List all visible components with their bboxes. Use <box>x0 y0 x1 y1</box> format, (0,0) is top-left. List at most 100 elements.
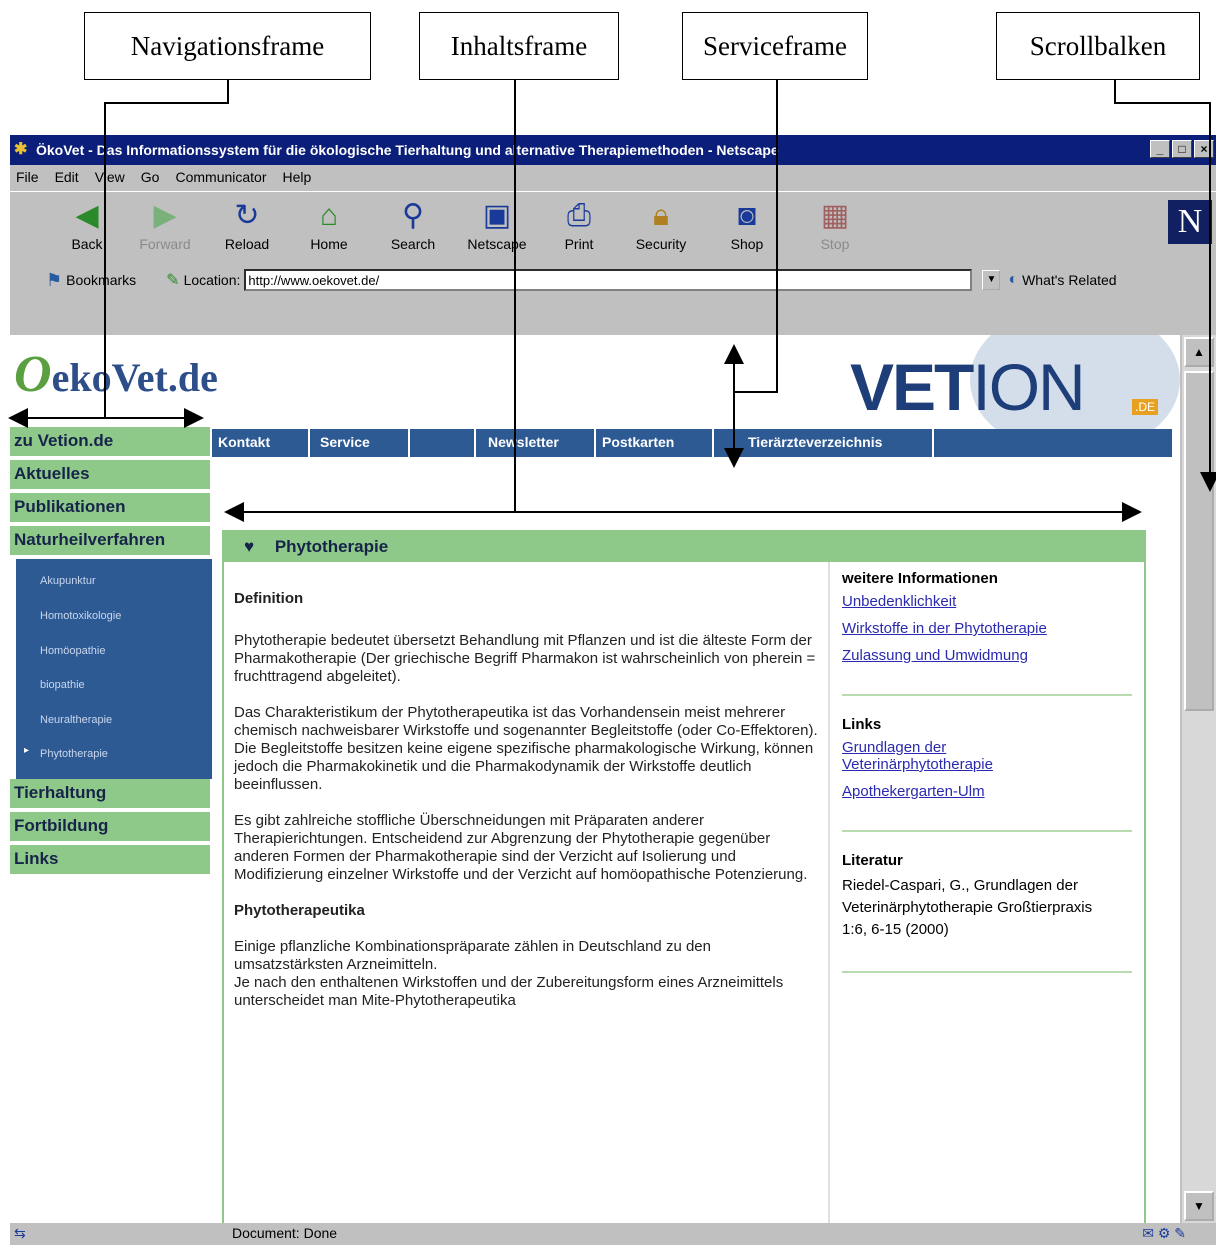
menu-bar: File Edit View Go Communicator Help <box>10 165 1216 189</box>
bookmarks-icon: ⚑ <box>46 269 63 290</box>
phytotherapeutika-heading: Phytotherapeutika <box>234 902 365 919</box>
location-input[interactable] <box>244 269 973 291</box>
shop-icon: ◙ <box>737 199 757 232</box>
sub-nav-homotoxikologie[interactable]: Homotoxikologie <box>40 610 121 622</box>
print-button[interactable]: ⎙ Print <box>544 196 614 252</box>
nav-item-publikationen[interactable]: Publikationen <box>10 493 210 524</box>
oekovet-logo: OekoVet.de <box>14 346 218 403</box>
literature-heading: Literatur <box>842 852 903 869</box>
service-tieraerzteverzeichnis[interactable]: Tierärzteverzeichnis <box>748 434 882 450</box>
scroll-up-icon[interactable]: ▲ <box>1184 337 1214 367</box>
paragraph-1: Phytotherapie bedeutet übersetzt Behandl… <box>234 632 816 685</box>
menu-view[interactable]: View <box>95 169 125 185</box>
link-zulassung[interactable]: Zulassung und Umwidmung <box>842 647 1148 664</box>
window-title: ÖkoVet - Das Informationssystem für die … <box>36 142 779 158</box>
service-frame: Kontakt Service Newsletter Postkarten Ti… <box>212 429 1172 457</box>
printer-icon: ⎙ <box>567 199 591 232</box>
sub-nav-phytotherapie[interactable]: Phytotherapie <box>40 748 108 760</box>
status-bar: ⇆ Document: Done ✉ ⚙ ✎ <box>10 1223 1216 1245</box>
sub-navigation: Akupunktur Homotoxikologie Homöopathie b… <box>16 559 212 779</box>
location-icon: ✎ <box>166 272 180 289</box>
plant-icon: ♥ <box>244 537 255 556</box>
link-unbedenklichkeit[interactable]: Unbedenklichkeit <box>842 593 1148 610</box>
annotation-inhaltsframe: Inhaltsframe <box>419 12 619 80</box>
nav-item-fortbildung[interactable]: Fortbildung <box>10 812 210 843</box>
annotation-serviceframe: Serviceframe <box>682 12 868 80</box>
scrollbar[interactable]: ▲ ▼ <box>1182 335 1216 1223</box>
content-frame: ♥ Phytotherapie Definition Phytotherapie… <box>222 530 1146 1223</box>
search-icon: ⚲ <box>402 199 424 232</box>
info-heading: weitere Informationen <box>842 570 998 587</box>
scrollbar-thumb[interactable] <box>1184 371 1214 711</box>
location-toolbar: ⚑ Bookmarks ✎ Location: ▼ ◐ What's Relat… <box>10 263 1216 297</box>
sub-nav-homoeopathie[interactable]: Homöopathie <box>40 645 105 657</box>
navigation-frame: OekoVet.de zu Vetion.de Aktuelles Publik… <box>10 335 218 1223</box>
nav-item-tierhaltung[interactable]: Tierhaltung <box>10 779 210 810</box>
sub-nav-akupunktur[interactable]: Akupunktur <box>40 575 96 587</box>
service-newsletter[interactable]: Newsletter <box>488 434 559 450</box>
security-button[interactable]: 🔒︎ Security <box>626 196 696 252</box>
scroll-down-icon[interactable]: ▼ <box>1184 1191 1214 1221</box>
home-button[interactable]: ⌂ Home <box>294 196 364 252</box>
title-bar: ✱ ÖkoVet - Das Informationssystem für di… <box>10 135 1216 165</box>
service-postkarten[interactable]: Postkarten <box>602 434 674 450</box>
active-bullet-icon: ▸ <box>24 745 30 756</box>
stop-button[interactable]: ▦ Stop <box>800 196 870 252</box>
back-button[interactable]: ◀ Back <box>52 196 122 252</box>
paragraph-5: Je nach den enthaltenen Wirkstoffen und … <box>234 974 784 1009</box>
menu-help[interactable]: Help <box>283 169 312 185</box>
menu-go[interactable]: Go <box>141 169 160 185</box>
reload-icon: ↻ <box>234 199 260 232</box>
whats-related-icon: ◐ <box>1008 271 1019 288</box>
nav-item-naturheilverfahren[interactable]: Naturheilverfahren <box>10 526 210 557</box>
netscape-button[interactable]: ▣ Netscape <box>462 196 532 252</box>
minimize-button[interactable]: _ <box>1150 140 1170 158</box>
service-service[interactable]: Service <box>320 434 370 450</box>
close-button[interactable]: × <box>1194 140 1214 158</box>
menu-edit[interactable]: Edit <box>55 169 79 185</box>
navigation-toolbar: ◀ Back ▶ Forward ↻ Reload ⌂ Home ⚲ Search ▣ Ne… <box>10 191 1216 261</box>
service-kontakt[interactable]: Kontakt <box>218 434 270 450</box>
nav-item-vetion[interactable]: zu Vetion.de <box>10 427 210 458</box>
netscape-icon: ▣ <box>482 199 512 232</box>
bookmarks-button[interactable]: ⚑ Bookmarks <box>46 270 136 291</box>
nav-item-links[interactable]: Links <box>10 845 210 876</box>
shop-button[interactable]: ◙ Shop <box>712 196 782 252</box>
paragraph-4: Einige pflanzliche Kombinationspräparate… <box>234 938 711 973</box>
netscape-logo: N <box>1168 200 1212 244</box>
netscape-app-icon: ✱ <box>14 141 28 158</box>
article-text: Definition Phytotherapie bedeutet überse… <box>234 590 824 1028</box>
annotation-scrollbalken: Scrollbalken <box>996 12 1200 80</box>
paragraph-2: Das Charakteristikum der Phytotherapeuti… <box>234 704 818 793</box>
component-bar-icon[interactable]: ✉ ⚙ ✎ <box>1142 1225 1186 1242</box>
back-arrow-icon: ◀ <box>75 199 99 232</box>
link-apothekergarten[interactable]: Apothekergarten-Ulm <box>842 783 1148 800</box>
whats-related-button[interactable]: ◐ What's Related <box>1008 271 1116 289</box>
lock-icon: 🔒︎ <box>653 199 669 232</box>
page-title: Phytotherapie <box>274 537 389 556</box>
paragraph-3: Es gibt zahlreiche stoffliche Überschnei… <box>234 812 808 883</box>
page-content: OekoVet.de zu Vetion.de Aktuelles Publik… <box>10 335 1180 1223</box>
forward-arrow-icon: ▶ <box>153 199 177 232</box>
info-sidebar: weitere Informationen Unbedenklichkeit W… <box>828 562 1148 1223</box>
sub-nav-biopathie[interactable]: biopathie <box>40 679 85 691</box>
link-wirkstoffe[interactable]: Wirkstoffe in der Phytotherapie <box>842 620 1148 637</box>
links-heading: Links <box>842 716 882 733</box>
reload-button[interactable]: ↻ Reload <box>212 196 282 252</box>
nav-item-aktuelles[interactable]: Aktuelles <box>10 460 210 491</box>
forward-button[interactable]: ▶ Forward <box>130 196 200 252</box>
location-label: Location: <box>183 272 241 288</box>
status-message: Document: Done <box>232 1225 338 1241</box>
definition-heading: Definition <box>234 590 304 607</box>
literature-text: Riedel-Caspari, G., Grundlagen der Veter… <box>842 877 1093 938</box>
link-grundlagen[interactable]: Grundlagen der Veterinärphytotherapie <box>842 739 1062 773</box>
menu-communicator[interactable]: Communicator <box>175 169 266 185</box>
location-dropdown-icon[interactable]: ▼ <box>982 270 1001 290</box>
maximize-button[interactable]: □ <box>1172 140 1192 158</box>
home-icon: ⌂ <box>319 199 339 232</box>
menu-file[interactable]: File <box>16 169 39 185</box>
search-button[interactable]: ⚲ Search <box>378 196 448 252</box>
annotation-navigationsframe: Navigationsframe <box>84 12 371 80</box>
connection-icon: ⇆ <box>14 1225 26 1241</box>
sub-nav-neuraltherapie[interactable]: Neuraltherapie <box>40 714 112 726</box>
